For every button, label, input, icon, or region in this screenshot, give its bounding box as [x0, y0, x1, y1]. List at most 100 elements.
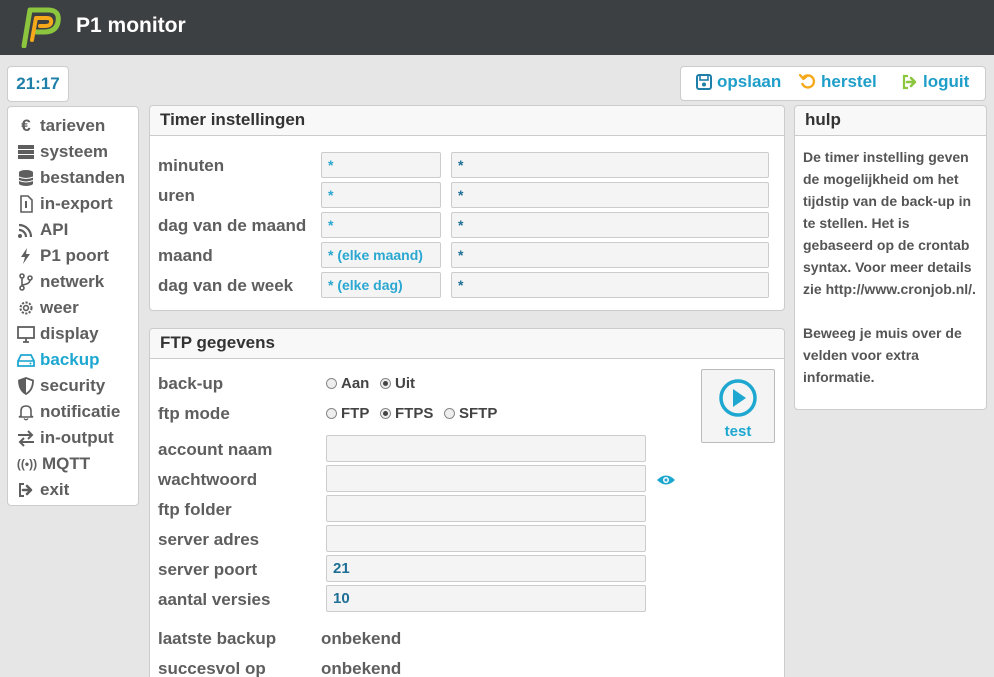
logout-label: loguit	[923, 72, 970, 91]
sidebar-item-netwerk[interactable]: netwerk	[14, 270, 104, 294]
action-bar: opslaan herstel loguit	[680, 66, 986, 101]
sidebar-item-systeem[interactable]: systeem	[14, 140, 108, 164]
sidebar-item-weer[interactable]: weer	[14, 296, 79, 320]
undo-icon	[799, 73, 816, 89]
wachtwoord-input[interactable]	[326, 465, 646, 492]
file-icon	[14, 194, 38, 214]
sidebar-item-bestanden[interactable]: bestanden	[14, 166, 125, 190]
timer-label-dag-van-de-week: dag van de week	[158, 276, 294, 295]
timer-label-uren: uren	[158, 186, 195, 205]
uren-input[interactable]: *	[451, 182, 769, 208]
branch-icon	[14, 272, 38, 292]
radio-dot	[444, 408, 455, 419]
save-icon	[696, 74, 712, 90]
sidebar-item-notificatie[interactable]: notificatie	[14, 400, 120, 424]
ftp-title: FTP gegevens	[150, 329, 784, 359]
save-button[interactable]: opslaan	[695, 72, 781, 92]
help-text: De timer instelling geven de mogelijkhei…	[795, 136, 986, 398]
radio-dot-selected	[380, 408, 391, 419]
dag-van-de-week-input[interactable]: *	[451, 272, 769, 298]
monitor-icon	[14, 324, 38, 344]
test-label: test	[724, 423, 752, 440]
eye-icon[interactable]	[656, 473, 676, 487]
ftp-mode-label: ftp mode	[158, 404, 230, 423]
laatste-backup-label: laatste backup	[158, 629, 277, 648]
backup-label: back-up	[158, 374, 224, 393]
clock: 21:17	[7, 66, 69, 102]
timer-label-maand: maand	[158, 246, 213, 265]
ftp-mode-radio-ftp[interactable]: FTP	[326, 405, 369, 422]
test-button[interactable]: test	[701, 369, 775, 443]
timer-hint-minuten: *	[321, 152, 441, 178]
radio-dot	[326, 408, 337, 419]
server-adres-label: server adres	[158, 530, 260, 549]
aantal-versies-input[interactable]: 10	[326, 585, 646, 612]
server-poort-input[interactable]: 21	[326, 555, 646, 582]
sidebar-item-in-output[interactable]: in-output	[14, 426, 114, 450]
account-naam-input[interactable]	[326, 435, 646, 462]
shield-icon	[14, 376, 38, 396]
hdd-icon	[14, 350, 38, 370]
sidebar-item-tarieven[interactable]: € tarieven	[14, 114, 105, 138]
help-title: hulp	[795, 106, 986, 136]
sidebar: € tarieven systeem bestanden in-export AP…	[7, 106, 139, 506]
ftp-panel: FTP gegevens back-up Aan Uit ftp mode FT…	[149, 328, 785, 677]
broadcast-icon: ((•))	[16, 457, 38, 471]
bell-icon	[14, 402, 38, 422]
account-naam-label: account naam	[158, 440, 273, 459]
ftp-folder-input[interactable]	[326, 495, 646, 522]
timer-label-dag-van-de-maand: dag van de maand	[158, 216, 307, 235]
exit-icon	[14, 480, 38, 500]
sidebar-item-api[interactable]: API	[14, 218, 68, 242]
sidebar-item-p1-poort[interactable]: P1 poort	[14, 244, 109, 268]
ftp-mode-radio-sftp[interactable]: SFTP	[444, 405, 497, 422]
succesvol-op-value: onbekend	[321, 659, 402, 677]
wachtwoord-label: wachtwoord	[158, 470, 258, 489]
radio-dot	[326, 378, 337, 389]
top-bar: P1 monitor	[0, 0, 994, 55]
backup-radio-uit[interactable]: Uit	[380, 375, 415, 392]
server-adres-input[interactable]	[326, 525, 646, 552]
save-label: opslaan	[717, 72, 782, 91]
sidebar-item-exit[interactable]: exit	[14, 478, 69, 502]
logout-icon	[902, 74, 917, 90]
sidebar-item-display[interactable]: display	[14, 322, 99, 346]
ftp-folder-label: ftp folder	[158, 500, 232, 519]
timer-hint-maand: * (elke maand)	[321, 242, 441, 268]
ftp-mode-radio-ftps[interactable]: FTPS	[380, 405, 433, 422]
app-title: P1 monitor	[76, 14, 186, 37]
database-icon	[14, 168, 38, 188]
timer-panel: Timer instellingen minuten * * uren * * …	[149, 105, 785, 311]
euro-icon: €	[21, 116, 31, 135]
help-paragraph-1: De timer instelling geven de mogelijkhei…	[803, 149, 976, 297]
minuten-input[interactable]: *	[451, 152, 769, 178]
exchange-icon	[14, 428, 38, 448]
timer-hint-uren: *	[321, 182, 441, 208]
bolt-icon	[14, 246, 38, 266]
sidebar-item-backup[interactable]: backup	[14, 348, 100, 372]
logout-button[interactable]: loguit	[901, 72, 969, 92]
sidebar-item-mqtt[interactable]: ((•)) MQTT	[14, 452, 90, 476]
sidebar-item-in-export[interactable]: in-export	[14, 192, 113, 216]
gear-icon	[14, 298, 38, 318]
timer-hint-dag-van-de-maand: *	[321, 212, 441, 238]
server-poort-label: server poort	[158, 560, 258, 579]
maand-input[interactable]: *	[451, 242, 769, 268]
rss-icon	[14, 220, 38, 240]
help-paragraph-2: Beweeg je muis over de velden voor extra…	[803, 325, 962, 385]
aantal-versies-label: aantal versies	[158, 590, 271, 609]
help-panel: hulp De timer instelling geven de mogeli…	[794, 105, 987, 410]
timer-hint-dag-van-de-week: * (elke dag)	[321, 272, 441, 298]
undo-button[interactable]: herstel	[799, 72, 877, 92]
p1-logo	[21, 7, 61, 48]
backup-radio-aan[interactable]: Aan	[326, 375, 369, 392]
timer-label-minuten: minuten	[158, 156, 225, 175]
server-icon	[14, 142, 38, 162]
timer-title: Timer instellingen	[150, 106, 784, 136]
undo-label: herstel	[821, 72, 877, 91]
laatste-backup-value: onbekend	[321, 629, 402, 648]
succesvol-op-label: succesvol op	[158, 659, 266, 677]
sidebar-item-security[interactable]: security	[14, 374, 105, 398]
dag-van-de-maand-input[interactable]: *	[451, 212, 769, 238]
play-icon	[719, 379, 757, 417]
